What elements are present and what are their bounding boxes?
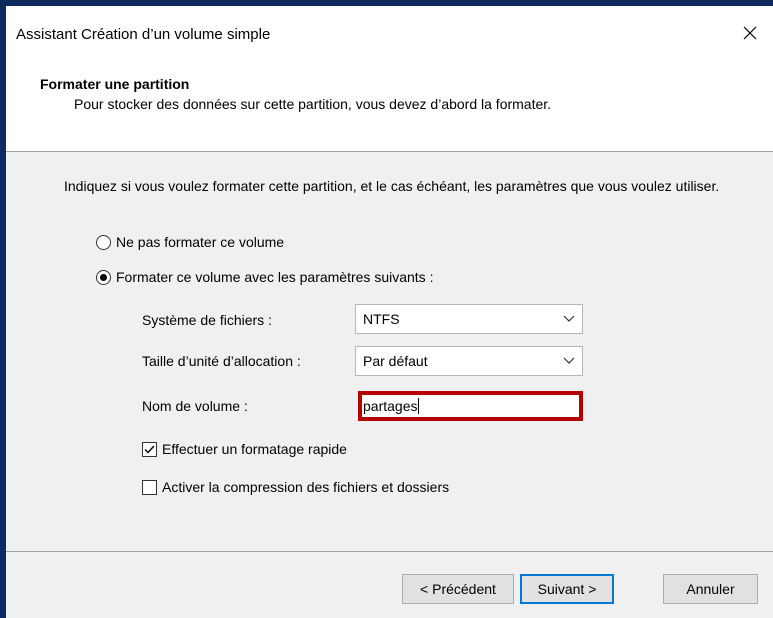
allocation-label: Taille d’unité d’allocation : [142,353,301,369]
radio-no-format-circle[interactable] [96,234,111,250]
quick-format-checkbox-row[interactable]: Effectuer un formatage rapide [142,441,347,457]
page-title: Formater une partition [40,76,190,92]
page-subtitle: Pour stocker des données sur cette parti… [74,96,552,112]
compression-label: Activer la compression des fichiers et d… [162,479,450,495]
radio-format[interactable]: Formater ce volume avec les paramètres s… [96,269,433,285]
filesystem-label: Système de fichiers : [142,312,272,328]
radio-format-circle[interactable] [96,269,111,285]
radio-no-format-label: Ne pas formater ce volume [116,234,285,250]
close-icon [743,26,757,40]
radio-selected-dot [100,273,107,281]
quick-format-checkbox[interactable] [142,441,157,457]
chevron-down-icon [556,305,582,333]
footer-divider [6,551,773,552]
back-button[interactable]: < Précédent [402,574,514,604]
quick-format-label: Effectuer un formatage rapide [162,441,347,457]
volume-name-value: partages [363,398,418,414]
checkmark-icon [144,445,155,454]
compression-checkbox[interactable] [142,479,157,495]
window-title: Assistant Création d’un volume simple [16,26,271,43]
radio-no-format[interactable]: Ne pas formater ce volume [96,234,284,250]
volume-name-label: Nom de volume : [142,398,248,414]
radio-format-label: Formater ce volume avec les paramètres s… [116,269,434,285]
next-button[interactable]: Suivant > [520,574,614,604]
wizard-window: Assistant Création d’un volume simple Fo… [6,6,773,618]
chevron-down-icon [556,347,582,375]
cancel-button[interactable]: Annuler [663,574,758,604]
title-bar: Assistant Création d’un volume simple [6,6,773,59]
filesystem-select[interactable]: NTFS [355,304,583,334]
volume-name-input[interactable]: partages [358,391,583,421]
wizard-header: Formater une partition Pour stocker des … [6,59,773,152]
allocation-select[interactable]: Par défaut [355,346,583,376]
compression-checkbox-row[interactable]: Activer la compression des fichiers et d… [142,479,449,495]
filesystem-value: NTFS [363,311,400,327]
allocation-value: Par défaut [363,353,428,369]
intro-text: Indiquez si vous voulez formater cette p… [64,178,720,194]
close-button[interactable] [733,16,767,50]
text-caret [418,398,420,414]
